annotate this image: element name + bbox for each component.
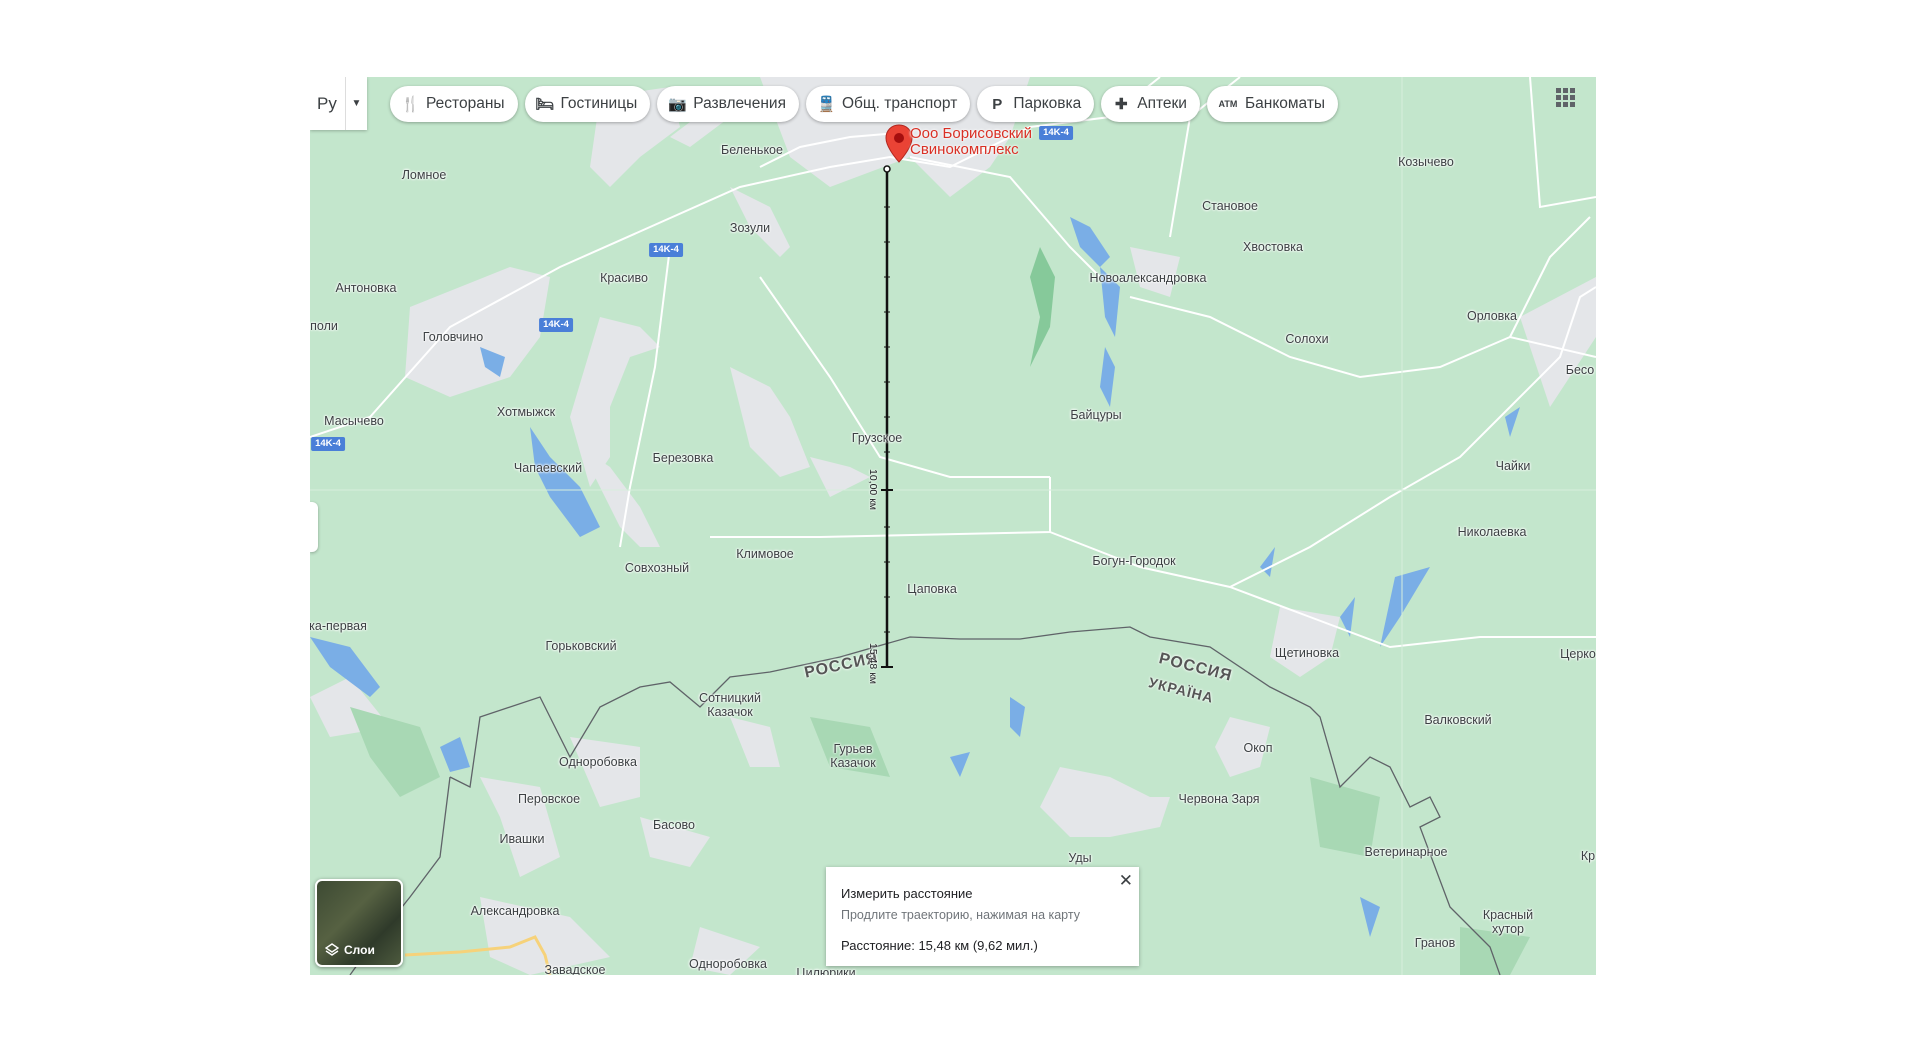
place-label: Орловка <box>1467 309 1517 323</box>
place-label: Чайки <box>1495 459 1531 473</box>
place-label: Гурьев <box>833 742 873 756</box>
place-label: Окоп <box>1243 741 1273 755</box>
place-label: Николаевка <box>1457 525 1527 539</box>
place-label: ка-первая <box>310 619 367 633</box>
place-label: Грузское <box>851 431 903 445</box>
marker-label-line1: Ооо Борисовский <box>910 125 1033 142</box>
measure-title: Измерить расстояние <box>841 886 973 901</box>
place-label: Завадское <box>544 963 606 975</box>
place-label: Валковский <box>1424 713 1492 727</box>
place-label: Беленькое <box>721 143 783 157</box>
pharmacy-icon: ✚ <box>1114 96 1128 113</box>
place-label: Ивашки <box>499 832 545 846</box>
place-label: Церко <box>1560 647 1596 661</box>
chip-parking[interactable]: P Парковка <box>977 86 1095 122</box>
place-label: Совхозный <box>624 561 690 575</box>
place-label: Богун-Городок <box>1092 554 1176 568</box>
place-label: Климовое <box>736 547 794 561</box>
chip-label: Парковка <box>1013 95 1082 112</box>
place-label: Красиво <box>600 271 648 285</box>
place-label: Червона Заря <box>1178 792 1260 806</box>
chip-atms[interactable]: ATM Банкоматы <box>1206 86 1339 122</box>
chip-label: Банкоматы <box>1244 95 1326 112</box>
place-label: Хвостовка <box>1243 240 1303 254</box>
hotel-icon: 🛏 <box>535 96 555 113</box>
atm-icon: ATM <box>1218 99 1238 109</box>
marker-label[interactable]: Ооо Борисовский Свинокомплекс <box>910 126 1032 158</box>
map-canvas[interactable]: Беленькое Ломное Зозули Красиво Антоновк… <box>310 77 1596 975</box>
chip-label: Аптеки <box>1137 95 1187 112</box>
distance-mid-label: 10,00 км <box>867 469 879 511</box>
place-label: Кр <box>1580 849 1596 863</box>
place-label: Масычево <box>324 414 384 428</box>
language-label: Ру <box>317 93 337 113</box>
camera-icon: 📷 <box>668 96 687 113</box>
place-label: Антоновка <box>335 281 397 295</box>
place-label: Цаповка <box>907 582 957 596</box>
restaurant-icon: 🍴 <box>401 96 420 113</box>
place-label: Казачок <box>707 705 753 719</box>
place-label: Сотницкий <box>699 691 761 705</box>
place-label: Уды <box>1068 851 1092 865</box>
chip-restaurants[interactable]: 🍴 Рестораны <box>390 86 518 122</box>
side-panel-toggle[interactable] <box>310 502 318 552</box>
place-label: Чапаевский <box>513 461 583 475</box>
layers-button[interactable]: Слои <box>315 879 403 967</box>
parking-icon: P <box>992 95 1003 113</box>
chip-label: Гостиницы <box>560 95 638 112</box>
measure-distance-card: Измерить расстояние Продлите траекторию,… <box>826 867 1139 966</box>
place-label: Одноробовка <box>559 755 637 769</box>
place-label: Басово <box>653 818 695 832</box>
road-shield: 14K-4 <box>539 318 573 332</box>
close-icon[interactable]: ✕ <box>1119 871 1133 891</box>
place-label: Александровка <box>470 904 560 918</box>
layers-label: Слои <box>344 943 375 957</box>
measure-line[interactable] <box>881 165 893 668</box>
place-label: Перовское <box>517 792 581 806</box>
chip-hotels[interactable]: 🛏 Гостиницы <box>524 86 651 122</box>
chip-label: Общ. транспорт <box>841 95 958 112</box>
place-label: Ломное <box>401 168 447 182</box>
marker-label-line2: Свинокомплекс <box>910 141 1019 158</box>
chip-label: Развлечения <box>693 95 786 112</box>
place-label: Новоалександровка <box>1089 271 1207 285</box>
chip-label: Рестораны <box>426 95 505 112</box>
measure-distance: Расстояние: 15,48 км (9,62 мил.) <box>841 938 1038 953</box>
road-shield: 14K-4 <box>311 437 345 451</box>
forest-patch <box>1030 247 1055 367</box>
place-label: поли <box>310 319 338 333</box>
chip-entertainment[interactable]: 📷 Развлечения <box>657 86 799 122</box>
language-button[interactable]: Ру ▼ <box>310 77 367 130</box>
road-shield: 14K-4 <box>1039 126 1073 140</box>
place-label: Щетиновка <box>1274 646 1340 660</box>
place-label: Хотмыжск <box>496 405 556 419</box>
place-label: Березовка <box>652 451 714 465</box>
measure-hint: Продлите траекторию, нажимая на карту <box>841 908 1080 922</box>
apps-grid-icon[interactable] <box>1556 88 1580 112</box>
place-label: хутор <box>1492 922 1524 936</box>
road-shield: 14K-4 <box>649 243 683 257</box>
place-label: Ветеринарное <box>1364 845 1448 859</box>
layers-icon <box>325 943 339 956</box>
place-label: Одноробовка <box>689 957 767 971</box>
transit-icon: 🚆 <box>816 96 836 113</box>
place-label: Байцуры <box>1070 408 1122 422</box>
place-label: Казачок <box>830 756 876 770</box>
place-label: Становое <box>1202 199 1258 213</box>
distance-end-label: 15,48 км <box>867 643 879 685</box>
place-label: Горьковский <box>545 639 617 653</box>
place-label: Козычево <box>1398 155 1454 169</box>
chip-pharmacies[interactable]: ✚ Аптеки <box>1101 86 1200 122</box>
chip-transit[interactable]: 🚆 Общ. транспорт <box>805 86 971 122</box>
place-label: Цилюрики <box>796 966 856 975</box>
place-label: Гранов <box>1414 936 1456 950</box>
place-label: Головчино <box>422 330 484 344</box>
chevron-down-icon[interactable]: ▼ <box>345 77 367 130</box>
place-label: Зозули <box>729 221 771 235</box>
place-label: Красный <box>1482 908 1534 922</box>
category-chips: 🍴 Рестораны 🛏 Гостиницы 📷 Развлечения 🚆 … <box>390 86 1339 122</box>
place-label: Солохи <box>1285 332 1329 346</box>
place-label: Бесо <box>1565 363 1595 377</box>
